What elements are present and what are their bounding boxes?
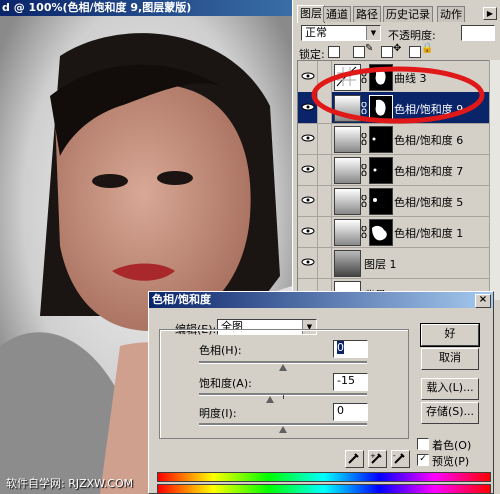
eye-icon xyxy=(301,258,315,266)
preview-checkbox[interactable]: ✓ xyxy=(417,454,429,466)
visibility-toggle[interactable] xyxy=(299,185,318,216)
eyedropper-minus-icon[interactable]: - xyxy=(391,450,410,468)
hue-label: 色相(H): xyxy=(199,344,242,357)
saturation-slider-thumb[interactable] xyxy=(266,396,274,403)
layer-thumbnail xyxy=(334,250,361,277)
ok-button[interactable]: 好 xyxy=(420,323,480,347)
layer-mask-thumbnail xyxy=(369,188,393,215)
visibility-toggle[interactable] xyxy=(299,123,318,154)
eyedropper-plus-icon[interactable]: + xyxy=(368,450,387,468)
svg-text:+: + xyxy=(370,452,376,460)
lock-image-checkbox[interactable] xyxy=(353,46,365,58)
tab-paths[interactable]: 路径 xyxy=(353,6,381,22)
eye-icon xyxy=(301,165,315,173)
lock-all-checkbox[interactable] xyxy=(409,46,421,58)
layer-row[interactable]: 色相/饱和度 1 xyxy=(298,216,492,248)
adjustment-thumbnail xyxy=(334,219,361,246)
lock-position-checkbox[interactable] xyxy=(381,46,393,58)
tab-actions[interactable]: 动作 xyxy=(437,6,465,22)
lock-transparency-checkbox[interactable] xyxy=(328,46,340,58)
layer-mask-thumbnail xyxy=(369,126,393,153)
chain-icon xyxy=(361,194,367,208)
opacity-input[interactable] xyxy=(461,25,495,41)
layer-row[interactable]: 色相/饱和度 7 xyxy=(298,154,492,186)
adjustment-thumbnail xyxy=(334,126,361,153)
lightness-label: 明度(I): xyxy=(199,407,237,420)
colorize-checkbox[interactable] xyxy=(417,438,429,450)
load-button[interactable]: 载入(L)... xyxy=(421,378,479,400)
layer-row[interactable]: 色相/饱和度 6 xyxy=(298,123,492,155)
link-slot[interactable] xyxy=(318,216,332,247)
link-slot[interactable] xyxy=(318,154,332,185)
saturation-label: 饱和度(A): xyxy=(199,377,252,390)
link-slot[interactable] xyxy=(318,123,332,154)
lightness-slider-thumb[interactable] xyxy=(279,426,287,433)
layer-list: 曲线 3 色相/饱和度 9 色相/饱和度 6 色相/饱和度 7 色相/饱和度 5… xyxy=(297,60,493,300)
eyedropper-icon[interactable] xyxy=(345,450,364,468)
layers-palette: 图层 通道 路径 历史记录 动作 ▶ 正常 ▼ 不透明度: 锁定: ✎ ✥ 🔒 … xyxy=(292,0,500,300)
chain-icon xyxy=(361,163,367,177)
close-icon[interactable]: × xyxy=(475,294,491,308)
layer-name: 色相/饱和度 5 xyxy=(394,196,464,209)
hue-saturation-dialog: 色相/饱和度 × 编辑(E): 全图 ▼ 色相(H): 0 饱和度(A): -1… xyxy=(148,291,494,494)
visibility-toggle[interactable] xyxy=(299,154,318,185)
hue-slider-thumb[interactable] xyxy=(279,364,287,371)
blend-mode-select[interactable]: 正常 ▼ xyxy=(301,25,381,41)
lock-icon: 🔒 xyxy=(421,43,434,54)
blend-mode-value: 正常 xyxy=(305,26,327,39)
output-color-spectrum xyxy=(157,484,491,494)
layer-name: 图层 1 xyxy=(364,258,397,271)
chain-icon xyxy=(361,132,367,146)
layer-mask-thumbnail xyxy=(369,219,393,246)
dialog-title-text: 色相/饱和度 xyxy=(152,293,212,306)
hue-input[interactable]: 0 xyxy=(333,340,368,358)
lightness-input[interactable]: 0 xyxy=(333,403,368,421)
layer-mask-thumbnail xyxy=(369,157,393,184)
chain-icon xyxy=(361,225,367,239)
tab-history[interactable]: 历史记录 xyxy=(383,6,433,22)
chevron-down-icon: ▼ xyxy=(366,26,380,40)
eye-icon xyxy=(301,227,315,235)
svg-text:-: - xyxy=(393,452,396,460)
link-slot[interactable] xyxy=(318,185,332,216)
adjustment-thumbnail xyxy=(334,188,361,215)
eye-icon xyxy=(301,134,315,142)
layer-row[interactable]: 色相/饱和度 5 xyxy=(298,185,492,217)
visibility-toggle[interactable] xyxy=(299,247,318,278)
brush-icon: ✎ xyxy=(365,43,374,54)
colorize-label: 着色(O) xyxy=(432,439,472,452)
saturation-center-tick xyxy=(283,395,284,399)
layer-name: 色相/饱和度 1 xyxy=(394,227,464,240)
visibility-toggle[interactable] xyxy=(299,216,318,247)
move-icon: ✥ xyxy=(393,43,402,54)
cancel-button[interactable]: 取消 xyxy=(421,348,479,370)
layer-row[interactable]: 图层 1 xyxy=(298,247,492,279)
layer-name: 色相/饱和度 7 xyxy=(394,165,464,178)
hue-value: 0 xyxy=(337,341,344,354)
save-button[interactable]: 存储(S)... xyxy=(421,402,479,424)
opacity-label: 不透明度: xyxy=(388,29,436,42)
saturation-input[interactable]: -15 xyxy=(333,373,368,391)
input-color-spectrum xyxy=(157,472,491,482)
tab-layers[interactable]: 图层 xyxy=(297,5,325,23)
document-title[interactable]: d @ 100%(色相/饱和度 9,图层蒙版) xyxy=(0,0,292,16)
link-slot[interactable] xyxy=(318,247,332,278)
dialog-title[interactable]: 色相/饱和度 × xyxy=(149,292,493,308)
red-highlight-ellipse xyxy=(311,66,485,124)
watermark-text: 软件自学网: RJZXW.COM xyxy=(6,477,134,490)
palette-menu-button[interactable]: ▶ xyxy=(483,7,497,20)
layers-scrollbar[interactable] xyxy=(489,60,500,300)
eye-icon xyxy=(301,196,315,204)
preview-label: 预览(P) xyxy=(432,455,470,468)
tab-channels[interactable]: 通道 xyxy=(323,6,351,22)
layer-name: 色相/饱和度 6 xyxy=(394,134,464,147)
adjustment-thumbnail xyxy=(334,157,361,184)
